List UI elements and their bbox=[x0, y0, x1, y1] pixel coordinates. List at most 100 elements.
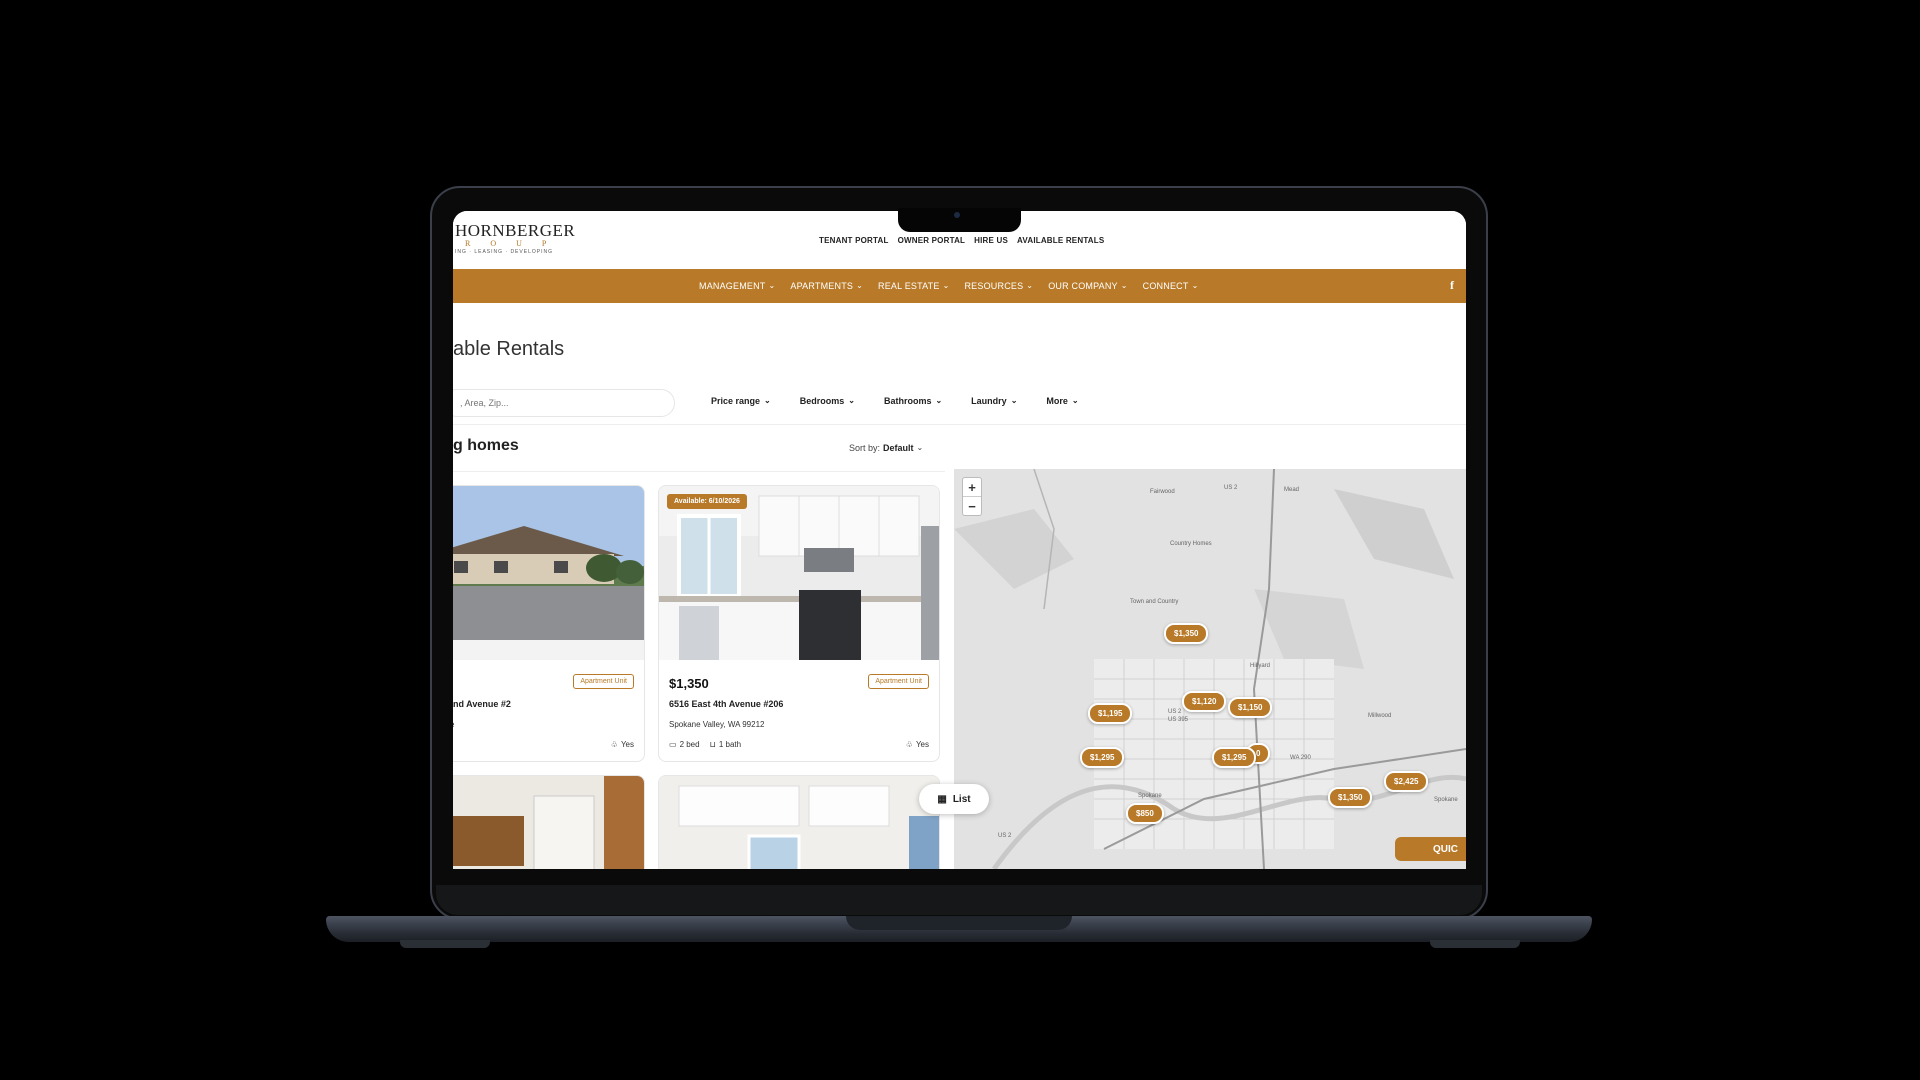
listing-meta: ▭ 2 bed ⊔ 1 bath bbox=[669, 740, 741, 749]
chevron-down-icon: ⌄ bbox=[764, 396, 771, 405]
results-heading: g homes bbox=[453, 437, 519, 454]
nav-management[interactable]: MANAGEMENT ⌄ bbox=[699, 281, 775, 291]
listing-pets: ♧ Yes bbox=[611, 740, 634, 749]
search-box[interactable] bbox=[453, 389, 675, 417]
baths-value: 1 bath bbox=[718, 740, 742, 749]
laptop-foot bbox=[1430, 940, 1520, 948]
zoom-in-button[interactable]: + bbox=[963, 478, 981, 496]
listing-card[interactable] bbox=[453, 775, 645, 869]
listing-photo bbox=[453, 776, 644, 869]
page-title: able Rentals bbox=[453, 338, 565, 360]
map-price-pin[interactable]: $1,295 bbox=[1212, 747, 1257, 768]
pets-icon: ♧ bbox=[905, 740, 913, 749]
chevron-down-icon: ⌄ bbox=[1120, 281, 1128, 290]
pets-value: Yes bbox=[620, 740, 634, 749]
quick-action-button[interactable]: QUIC bbox=[1395, 837, 1466, 861]
divider bbox=[453, 471, 945, 472]
nav-label: CONNECT bbox=[1142, 281, 1189, 291]
map-zoom-control: + − bbox=[962, 477, 982, 516]
map-label: WA 290 bbox=[1290, 755, 1311, 761]
available-rentals-link[interactable]: AVAILABLE RENTALS bbox=[1017, 236, 1104, 245]
map-price-pin[interactable]: $2,425 bbox=[1384, 771, 1429, 792]
utility-nav: TENANT PORTAL OWNER PORTAL HIRE US AVAIL… bbox=[819, 236, 1104, 245]
logo[interactable]: HORNBERGER R O U P ING · LEASING · DEVEL… bbox=[455, 221, 575, 255]
divider bbox=[453, 424, 1466, 425]
chevron-down-icon: ⌄ bbox=[768, 281, 776, 290]
nav-label: REAL ESTATE bbox=[878, 281, 940, 291]
map-label: Town and Country bbox=[1130, 599, 1179, 605]
map-price-pin[interactable]: $1,295 bbox=[1080, 747, 1125, 768]
chevron-down-icon: ⌄ bbox=[916, 443, 924, 452]
search-input[interactable] bbox=[458, 397, 652, 409]
map-label: Country Homes bbox=[1170, 541, 1212, 547]
nav-apartments[interactable]: APARTMENTS ⌄ bbox=[790, 281, 863, 291]
zoom-out-button[interactable]: − bbox=[963, 496, 981, 515]
listing-card[interactable] bbox=[658, 775, 940, 869]
pets-value: Yes bbox=[915, 740, 929, 749]
map-price-pin[interactable]: $1,120 bbox=[1182, 691, 1227, 712]
filter-bathrooms[interactable]: Bathrooms ⌄ bbox=[884, 396, 942, 406]
filter-label: Price range bbox=[711, 396, 761, 406]
map-label: Spokane bbox=[1434, 797, 1458, 803]
chevron-down-icon: ⌄ bbox=[942, 281, 950, 290]
owner-portal-link[interactable]: OWNER PORTAL bbox=[898, 236, 966, 245]
nav-label: RESOURCES bbox=[964, 281, 1024, 291]
map-label: Hillyard bbox=[1250, 663, 1271, 669]
map-label: Fairwood bbox=[1150, 489, 1175, 495]
map-label: US 2 bbox=[1224, 485, 1238, 491]
list-toggle-label: List bbox=[952, 793, 971, 805]
sort-label: Sort by: bbox=[849, 443, 881, 453]
list-view-toggle[interactable]: ▦ List bbox=[919, 784, 989, 814]
nav-real-estate[interactable]: REAL ESTATE ⌄ bbox=[878, 281, 949, 291]
tenant-portal-link[interactable]: TENANT PORTAL bbox=[819, 236, 889, 245]
logo-tagline: ING · LEASING · DEVELOPING bbox=[455, 249, 553, 255]
map-tiles bbox=[954, 469, 1466, 869]
map-label: Millwood bbox=[1368, 713, 1392, 719]
screen: HORNBERGER R O U P ING · LEASING · DEVEL… bbox=[453, 211, 1466, 869]
nav-label: APARTMENTS bbox=[790, 281, 854, 291]
filter-price-range[interactable]: Price range ⌄ bbox=[711, 396, 771, 406]
facebook-icon[interactable]: f bbox=[1450, 278, 1454, 293]
camera-notch bbox=[898, 208, 1021, 232]
chevron-down-icon: ⌄ bbox=[848, 396, 855, 405]
listing-type-badge: Apartment Unit bbox=[573, 674, 634, 689]
laptop-foot bbox=[400, 940, 490, 948]
listing-beds: ▭ 2 bed bbox=[669, 740, 700, 749]
beds-value: 2 bed bbox=[679, 740, 700, 749]
chevron-down-icon: ⌄ bbox=[1026, 281, 1034, 290]
laptop-hinge-notch bbox=[846, 916, 1072, 930]
laptop-bezel bbox=[436, 885, 1482, 915]
nav-our-company[interactable]: OUR COMPANY ⌄ bbox=[1048, 281, 1127, 291]
camera-icon bbox=[954, 212, 960, 218]
filter-laundry[interactable]: Laundry ⌄ bbox=[971, 396, 1017, 406]
availability-badge: Available: 6/10/2026 bbox=[667, 494, 747, 509]
nav-label: MANAGEMENT bbox=[699, 281, 766, 291]
listing-city: e bbox=[453, 720, 454, 729]
map[interactable]: + − Fairwood US 2 Mead Country Homes Tow… bbox=[954, 469, 1466, 869]
sort-dropdown[interactable]: Sort by: Default ⌄ bbox=[849, 443, 923, 453]
filter-bedrooms[interactable]: Bedrooms ⌄ bbox=[800, 396, 855, 406]
listing-card[interactable]: Apartment Unit and Avenue #2 e h ♧Yes bbox=[453, 485, 645, 762]
nav-connect[interactable]: CONNECT ⌄ bbox=[1143, 281, 1199, 291]
grid-icon: ▦ bbox=[937, 793, 947, 805]
main-nav: MANAGEMENT ⌄ APARTMENTS ⌄ REAL ESTATE ⌄ RES… bbox=[453, 269, 1466, 303]
map-label: US 395 bbox=[1168, 717, 1189, 723]
listing-photo bbox=[659, 776, 939, 869]
pets-icon: ♧ bbox=[610, 740, 618, 749]
hire-us-link[interactable]: HIRE US bbox=[974, 236, 1008, 245]
map-price-pin[interactable]: $1,350 bbox=[1164, 623, 1209, 644]
nav-resources[interactable]: RESOURCES ⌄ bbox=[964, 281, 1033, 291]
map-price-pin[interactable]: $850 bbox=[1126, 803, 1164, 824]
map-price-pin[interactable]: $1,150 bbox=[1228, 697, 1273, 718]
filter-more[interactable]: More ⌄ bbox=[1046, 396, 1078, 406]
filter-label: More bbox=[1046, 396, 1068, 406]
filter-label: Bedrooms bbox=[799, 396, 845, 406]
map-price-pin[interactable]: $1,195 bbox=[1088, 703, 1133, 724]
map-label: US 2 bbox=[1168, 709, 1182, 715]
bed-icon: ▭ bbox=[669, 740, 677, 749]
listing-card[interactable]: Available: 6/10/2026 $1,350 Apartment Un… bbox=[658, 485, 940, 762]
nav-label: OUR COMPANY bbox=[1048, 281, 1118, 291]
map-price-pin[interactable]: $1,350 bbox=[1328, 787, 1373, 808]
map-label: US 2 bbox=[998, 833, 1012, 839]
map-label: Mead bbox=[1284, 487, 1300, 493]
